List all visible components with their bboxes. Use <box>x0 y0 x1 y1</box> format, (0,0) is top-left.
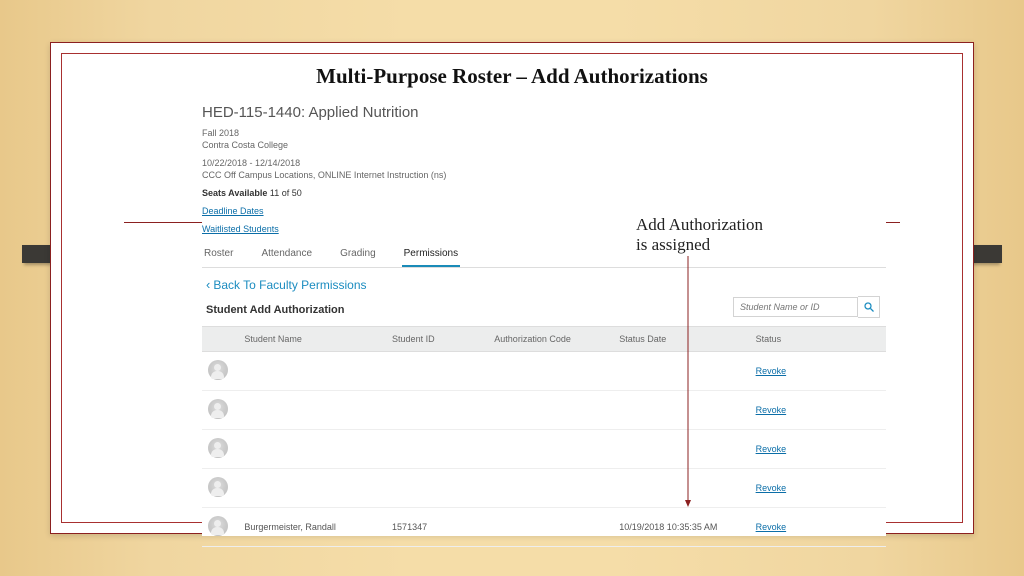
course-term-block: Fall 2018 Contra Costa College <box>202 127 886 151</box>
cell-auth-code <box>488 390 613 429</box>
course-dates-block: 10/22/2018 - 12/14/2018 CCC Off Campus L… <box>202 157 886 181</box>
annotation-line1: Add Authorization <box>636 215 800 235</box>
location-text: CCC Off Campus Locations, ONLINE Interne… <box>202 169 886 181</box>
cell-student-id <box>386 429 488 468</box>
chevron-left-icon: ‹ <box>206 278 210 291</box>
th-auth: Authorization Code <box>488 326 613 351</box>
date-range-text: 10/22/2018 - 12/14/2018 <box>202 157 886 169</box>
cell-status-date <box>613 468 749 507</box>
ribbon-left <box>22 245 52 263</box>
back-to-faculty-permissions-link[interactable]: ‹ Back To Faculty Permissions <box>202 268 886 298</box>
waitlisted-students-link[interactable]: Waitlisted Students <box>202 224 279 234</box>
cell-student-name <box>238 390 386 429</box>
avatar <box>208 516 228 536</box>
inner-frame: Multi-Purpose Roster – Add Authorization… <box>61 53 963 523</box>
avatar <box>208 399 228 419</box>
cell-student-name <box>238 468 386 507</box>
cell-student-id <box>386 390 488 429</box>
cell-student-name <box>238 429 386 468</box>
revoke-link[interactable]: Revoke <box>756 444 787 454</box>
annotation-line2: is assigned <box>636 235 800 255</box>
annotation-callout: Add Authorization is assigned <box>630 214 806 255</box>
revoke-link[interactable]: Revoke <box>756 366 787 376</box>
seats-value: 11 of 50 <box>270 188 302 198</box>
avatar <box>208 360 228 380</box>
cell-status-date <box>613 390 749 429</box>
revoke-link[interactable]: Revoke <box>756 405 787 415</box>
term-text: Fall 2018 <box>202 127 886 139</box>
th-date: Status Date <box>613 326 749 351</box>
tab-attendance[interactable]: Attendance <box>259 244 314 267</box>
search-icon[interactable] <box>858 296 880 318</box>
app-panel: HED-115-1440: Applied Nutrition Fall 201… <box>202 104 886 536</box>
cell-auth-code <box>488 507 613 546</box>
search-wrap <box>733 296 880 318</box>
cell-auth-code <box>488 351 613 390</box>
cell-student-id <box>386 468 488 507</box>
revoke-link[interactable]: Revoke <box>756 522 787 532</box>
th-id: Student ID <box>386 326 488 351</box>
college-text: Contra Costa College <box>202 139 886 151</box>
deadline-dates-link[interactable]: Deadline Dates <box>202 206 264 216</box>
cell-student-id <box>386 351 488 390</box>
seats-label: Seats Available <box>202 188 267 198</box>
cell-status-date: 10/19/2018 10:35:35 AM <box>613 507 749 546</box>
tab-roster[interactable]: Roster <box>202 244 235 267</box>
search-input[interactable] <box>733 297 858 317</box>
cell-student-name <box>238 351 386 390</box>
slide-frame: Multi-Purpose Roster – Add Authorization… <box>50 42 974 534</box>
table-row: Revoke <box>202 390 886 429</box>
authorization-table: Student Name Student ID Authorization Co… <box>202 326 886 547</box>
table-row: Revoke <box>202 351 886 390</box>
tab-permissions[interactable]: Permissions <box>402 244 460 267</box>
cell-status-date <box>613 429 749 468</box>
tab-grading[interactable]: Grading <box>338 244 378 267</box>
cell-student-id: 1571347 <box>386 507 488 546</box>
avatar <box>208 477 228 497</box>
seats-available: Seats Available 11 of 50 <box>202 188 886 198</box>
avatar <box>208 438 228 458</box>
table-row: Burgermeister, Randall1571347 10/19/2018 … <box>202 507 886 546</box>
th-status: Status <box>750 326 852 351</box>
revoke-link[interactable]: Revoke <box>756 483 787 493</box>
th-name: Student Name <box>238 326 386 351</box>
table-row: Revoke <box>202 429 886 468</box>
cell-status-date <box>613 351 749 390</box>
course-title: HED-115-1440: Applied Nutrition <box>202 104 886 121</box>
table-header-row: Student Name Student ID Authorization Co… <box>202 326 886 351</box>
cell-student-name: Burgermeister, Randall <box>238 507 386 546</box>
cell-auth-code <box>488 468 613 507</box>
ribbon-right <box>972 245 1002 263</box>
slide-title: Multi-Purpose Roster – Add Authorization… <box>62 54 962 93</box>
back-link-label: Back To Faculty Permissions <box>213 278 366 292</box>
cell-auth-code <box>488 429 613 468</box>
table-row: Revoke <box>202 468 886 507</box>
